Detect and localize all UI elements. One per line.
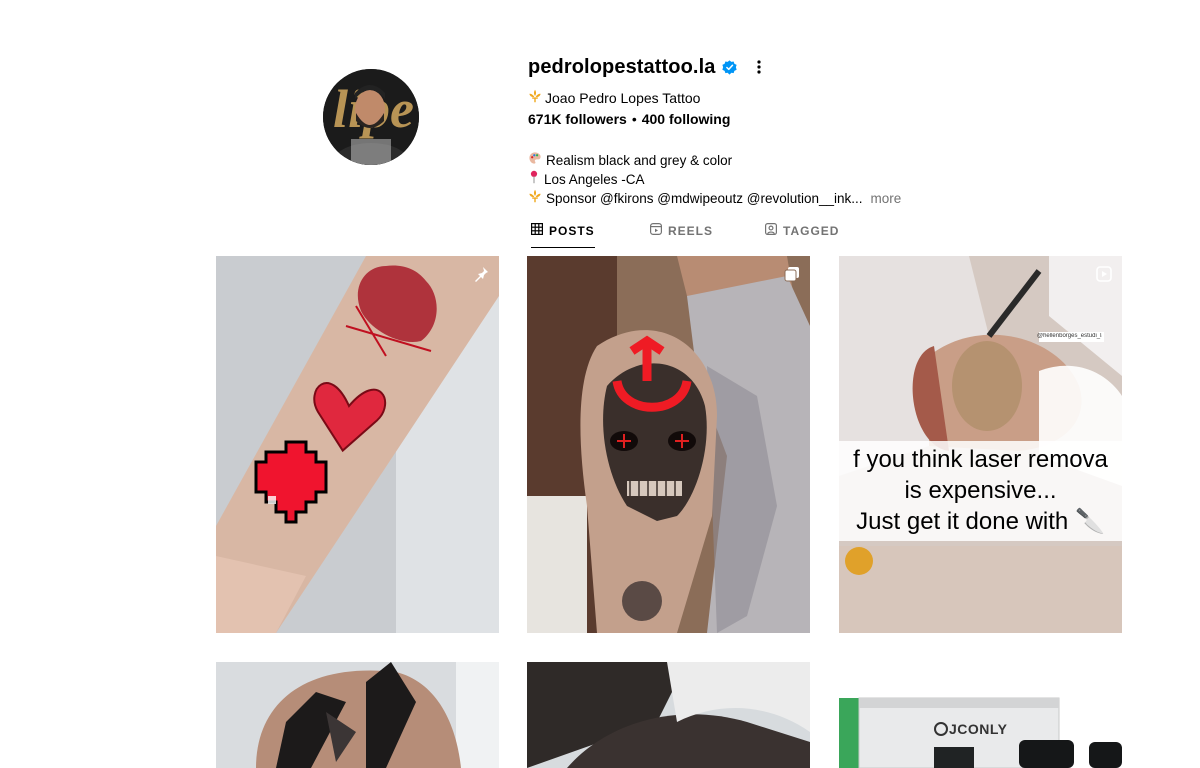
post-thumbnail[interactable]	[527, 256, 810, 633]
tab-tagged-label: TAGGED	[783, 223, 840, 238]
grid-icon	[531, 223, 544, 238]
tab-tagged[interactable]: TAGGED	[765, 222, 839, 239]
tab-posts-label: POSTS	[549, 223, 595, 238]
pinned-icon	[473, 266, 489, 287]
full-name-text: Joao Pedro Lopes Tattoo	[545, 89, 701, 106]
bio-line: Sponsor @fkirons @mdwipeoutz @revolution…	[528, 189, 901, 208]
video-icon	[1096, 266, 1112, 287]
followers-count[interactable]: 671K followers	[528, 111, 627, 127]
bio-line: Realism black and grey & color	[528, 151, 901, 170]
post-thumbnail[interactable]	[216, 256, 499, 633]
tagged-icon	[765, 223, 778, 238]
profile-bio: Realism black and grey & color Los Angel…	[528, 151, 901, 208]
bio-line: Los Angeles -CA	[528, 170, 901, 189]
post-thumbnail[interactable]	[527, 662, 810, 768]
fleur-de-lis-icon	[528, 89, 542, 106]
reels-icon	[650, 223, 663, 238]
profile-tabs: POSTS REELS TAGGED	[528, 222, 838, 256]
stats-separator: •	[631, 111, 637, 127]
carousel-icon	[784, 266, 800, 287]
tab-reels[interactable]: REELS	[650, 222, 713, 239]
profile-username[interactable]: pedrolopestattoo.la	[528, 56, 715, 79]
verified-badge-icon	[722, 59, 738, 75]
post-thumbnail[interactable]: f you think laser remova is expensive...…	[839, 256, 1122, 633]
brand-text: JCONLY	[949, 721, 1008, 737]
fleur-de-lis-icon	[528, 189, 542, 208]
bio-text: Sponsor @fkirons @mdwipeoutz @revolution…	[546, 190, 863, 206]
overlay-text-line: f you think laser remova	[853, 446, 1108, 473]
palette-icon	[528, 151, 542, 170]
bio-text: Los Angeles -CA	[544, 171, 645, 187]
profile-full-name: Joao Pedro Lopes Tattoo	[528, 89, 700, 106]
video-overlay-text: f you think laser remova is expensive...…	[839, 444, 1122, 537]
post-thumbnail[interactable]: JCONLY	[839, 662, 1122, 768]
more-options-icon[interactable]	[750, 58, 768, 76]
bio-more-link[interactable]: more	[871, 190, 902, 208]
overlay-text-line: is expensive...	[904, 477, 1057, 504]
bio-text: Realism black and grey & color	[546, 152, 733, 168]
pin-icon	[528, 170, 540, 189]
overlay-text-line: Just get it done with 🔪	[856, 508, 1105, 535]
profile-header: pedrolopestattoo.la	[528, 55, 768, 79]
tab-reels-label: REELS	[668, 223, 714, 238]
video-watermark: @hellenborges_estudi_laser	[1037, 333, 1102, 339]
profile-avatar[interactable]: lipe	[323, 69, 419, 165]
tab-posts[interactable]: POSTS	[531, 222, 595, 248]
profile-stats: 671K followers • 400 following	[528, 111, 730, 127]
following-count[interactable]: 400 following	[642, 111, 731, 127]
post-thumbnail[interactable]	[216, 662, 499, 768]
